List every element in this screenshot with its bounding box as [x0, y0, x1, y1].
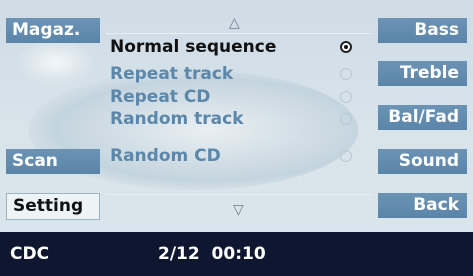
list-item-random-cd[interactable]: Random CD: [110, 145, 372, 167]
track-time-readout: 2/12 00:10: [158, 244, 266, 264]
magazine-button[interactable]: Magaz.: [6, 18, 100, 43]
list-item-label: Random CD: [110, 146, 221, 166]
list-item-label: Normal sequence: [110, 37, 277, 57]
list-item-label: Repeat track: [110, 64, 234, 84]
list-bottom-divider: [106, 194, 372, 195]
list-item-label: Repeat CD: [110, 87, 211, 107]
list-item-normal-sequence[interactable]: Normal sequence: [110, 36, 372, 58]
sound-button[interactable]: Sound: [378, 149, 467, 174]
list-item-repeat-cd[interactable]: Repeat CD: [110, 86, 372, 108]
bass-button[interactable]: Bass: [378, 18, 467, 43]
list-item-repeat-track[interactable]: Repeat track: [110, 63, 372, 85]
list-top-divider: [106, 33, 372, 34]
radio-unselected-icon: [340, 150, 352, 162]
list-item-random-track[interactable]: Random track: [110, 108, 372, 130]
status-bar: CDC 2/12 00:10: [0, 232, 473, 276]
setting-button[interactable]: Setting: [6, 193, 100, 220]
cd-changer-screen: Magaz. Scan Setting Bass Treble Bal/Fad …: [0, 0, 473, 276]
radio-unselected-icon: [340, 113, 352, 125]
scroll-down-icon[interactable]: ▽: [233, 202, 244, 218]
back-button[interactable]: Back: [378, 193, 467, 218]
radio-unselected-icon: [340, 91, 352, 103]
cd-disc-hub: [18, 40, 93, 85]
source-label: CDC: [10, 244, 50, 264]
balance-fader-button[interactable]: Bal/Fad: [378, 105, 467, 130]
treble-button[interactable]: Treble: [378, 61, 467, 86]
radio-unselected-icon: [340, 68, 352, 80]
scroll-up-icon[interactable]: △: [229, 15, 240, 31]
radio-selected-icon: [340, 41, 352, 53]
scan-button[interactable]: Scan: [6, 149, 100, 174]
list-item-label: Random track: [110, 109, 244, 129]
